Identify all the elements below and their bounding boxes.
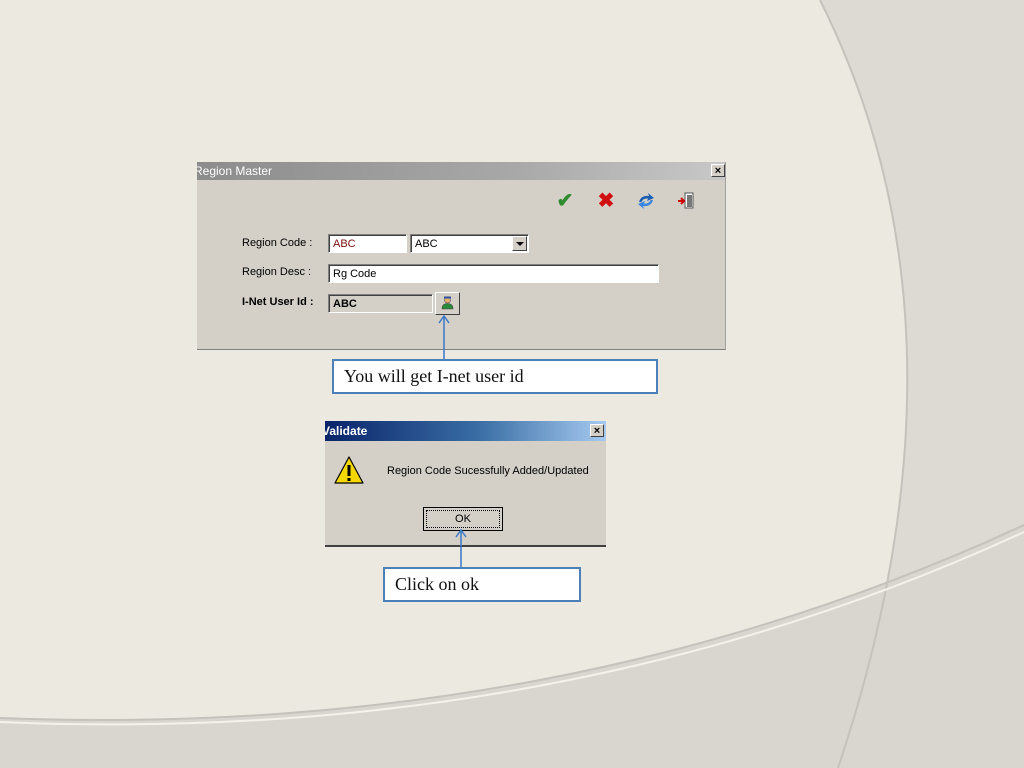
- region-master-window: Region Master × ✔ ✖ Region Code : ABC AB…: [197, 162, 726, 350]
- region-desc-field[interactable]: Rg Code: [328, 264, 659, 283]
- user-id-label: I-Net User Id :: [242, 296, 314, 308]
- dialog-close-button[interactable]: ×: [590, 424, 604, 437]
- chevron-down-icon[interactable]: [512, 236, 527, 251]
- region-code-field[interactable]: ABC: [328, 234, 407, 253]
- user-icon: [441, 296, 454, 310]
- user-id-callout: You will get I-net user id: [332, 359, 658, 394]
- warning-icon: [334, 456, 364, 484]
- dialog-message: Region Code Sucessfully Added/Updated: [387, 465, 589, 477]
- save-checkmark-icon[interactable]: ✔: [554, 190, 576, 212]
- ok-callout: Click on ok: [383, 567, 581, 602]
- region-code-combo[interactable]: ABC: [410, 234, 529, 253]
- region-desc-label: Region Desc :: [242, 266, 312, 278]
- window-title: Region Master: [197, 164, 273, 178]
- refresh-icon[interactable]: [635, 190, 657, 212]
- region-combo-value: ABC: [415, 238, 438, 250]
- ok-button-label: OK: [426, 510, 500, 528]
- region-master-titlebar[interactable]: Region Master ×: [197, 162, 725, 180]
- exit-icon[interactable]: [675, 190, 697, 212]
- close-button[interactable]: ×: [711, 164, 725, 177]
- dialog-title: Validate: [325, 424, 368, 438]
- user-id-field[interactable]: ABC: [328, 294, 433, 313]
- region-code-label: Region Code :: [242, 237, 313, 249]
- ok-button[interactable]: OK: [423, 507, 503, 531]
- validate-titlebar[interactable]: Validate ×: [325, 421, 606, 441]
- cancel-cross-icon[interactable]: ✖: [595, 190, 617, 212]
- validate-dialog: Validate × Region Code Sucessfully Added…: [325, 421, 606, 547]
- user-lookup-button[interactable]: [435, 292, 460, 315]
